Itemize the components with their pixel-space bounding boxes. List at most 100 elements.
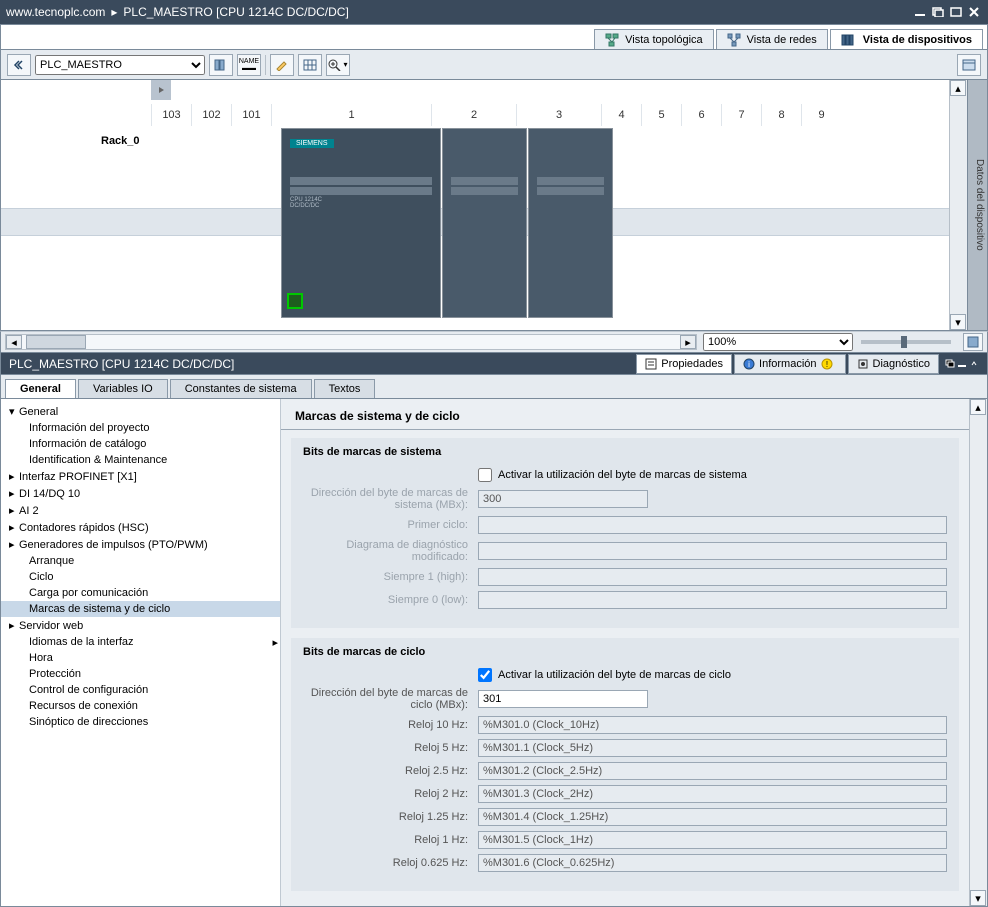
input-siempre0[interactable]	[478, 591, 947, 609]
scroll-left-icon[interactable]: ◂	[6, 335, 22, 349]
slot-label: 3	[516, 104, 601, 126]
tab-topology-label: Vista topológica	[625, 34, 702, 46]
group-cycle-markers: Bits de marcas de ciclo Activar la utili…	[291, 638, 959, 891]
properties-header: PLC_MAESTRO [CPU 1214C DC/DC/DC] Propied…	[0, 353, 988, 375]
tab-topology[interactable]: Vista topológica	[594, 29, 713, 49]
window-minimize-icon[interactable]	[912, 5, 928, 19]
tree-identification[interactable]: Identification & Maintenance	[1, 452, 280, 468]
statusbar: ◂ ▸ 100%	[0, 331, 988, 353]
input-r125[interactable]	[478, 808, 947, 826]
topology-icon	[605, 33, 619, 47]
tab-network[interactable]: Vista de redes	[716, 29, 828, 49]
rack-view[interactable]: 103 102 101 1 2 3 4 5 6 7 8 9 Rack_0 SIE…	[1, 80, 949, 330]
tab-diagnostics[interactable]: Diagnóstico	[848, 354, 939, 374]
scroll-down-icon[interactable]: ▾	[970, 890, 986, 906]
scroll-down-icon[interactable]: ▾	[950, 314, 966, 330]
panel-minimize-icon[interactable]	[957, 357, 967, 371]
input-cyc-addr[interactable]	[478, 690, 648, 708]
tab-texts[interactable]: Textos	[314, 379, 376, 398]
slot-header: 103 102 101 1 2 3 4 5 6 7 8 9	[1, 104, 949, 126]
show-names-button[interactable]: NAME▬▬	[237, 54, 261, 76]
device-select[interactable]: PLC_MAESTRO	[35, 55, 205, 75]
inner-tabs: General Variables IO Constantes de siste…	[0, 375, 988, 399]
window-restore-icon[interactable]	[930, 5, 946, 19]
tree-recursos[interactable]: Recursos de conexión	[1, 698, 280, 714]
grid-button[interactable]	[298, 54, 322, 76]
checkbox-system-markers[interactable]	[478, 468, 492, 482]
tree-ciclo[interactable]: Ciclo	[1, 569, 280, 585]
tab-properties-label: Propiedades	[661, 358, 723, 370]
content-vscroll[interactable]: ▴ ▾	[969, 399, 987, 906]
lbl-r125: Reloj 1.25 Hz:	[303, 811, 478, 823]
zoom-select[interactable]: 100%	[703, 333, 853, 351]
catalog-button[interactable]	[957, 54, 981, 76]
window-close-icon[interactable]	[966, 5, 982, 19]
show-module-button[interactable]	[209, 54, 233, 76]
rack-nav-button[interactable]	[151, 80, 171, 100]
property-tree[interactable]: ▾General Información del proyecto Inform…	[1, 399, 281, 906]
tab-system-constants[interactable]: Constantes de sistema	[170, 379, 312, 398]
input-r5[interactable]	[478, 739, 947, 757]
input-sys-addr[interactable]	[478, 490, 648, 508]
slot-label: 5	[641, 104, 681, 126]
input-r2[interactable]	[478, 785, 947, 803]
tab-properties[interactable]: Propiedades	[636, 354, 732, 374]
lbl-cyc-addr: Dirección del byte de marcas de ciclo (M…	[303, 687, 478, 711]
module-sm1[interactable]	[442, 128, 527, 318]
tree-info-catalogo[interactable]: Información de catálogo	[1, 436, 280, 452]
tree-proteccion[interactable]: Protección	[1, 666, 280, 682]
back-button[interactable]	[7, 54, 31, 76]
tree-sinoptico[interactable]: Sinóptico de direcciones	[1, 714, 280, 730]
window-maximize-icon[interactable]	[948, 5, 964, 19]
info-icon: i	[743, 358, 755, 370]
input-primer-ciclo[interactable]	[478, 516, 947, 534]
scroll-thumb[interactable]	[26, 335, 86, 349]
input-diag-mod[interactable]	[478, 542, 947, 560]
tree-hora[interactable]: Hora	[1, 650, 280, 666]
tree-carga[interactable]: Carga por comunicación	[1, 585, 280, 601]
zoom-slider[interactable]	[861, 340, 951, 344]
tab-network-label: Vista de redes	[747, 34, 817, 46]
side-panel-tab[interactable]: Datos del dispositivo	[967, 80, 987, 330]
scroll-up-icon[interactable]: ▴	[950, 80, 966, 96]
hscrollbar[interactable]: ◂ ▸	[5, 334, 697, 350]
tree-hsc[interactable]: ▸Contadores rápidos (HSC)	[1, 519, 280, 536]
rack-vscroll[interactable]: ▴ ▾	[949, 80, 967, 330]
input-r0625[interactable]	[478, 854, 947, 872]
input-r25[interactable]	[478, 762, 947, 780]
tree-didq[interactable]: ▸DI 14/DQ 10	[1, 485, 280, 502]
module-cpu[interactable]: SIEMENS CPU 1214CDC/DC/DC	[281, 128, 441, 318]
panel-restore-icon[interactable]	[945, 357, 955, 371]
input-r10[interactable]	[478, 716, 947, 734]
tree-ai2[interactable]: ▸AI 2	[1, 502, 280, 519]
lbl-r25: Reloj 2.5 Hz:	[303, 765, 478, 777]
tree-general[interactable]: ▾General	[1, 403, 280, 420]
tree-arranque[interactable]: Arranque	[1, 553, 280, 569]
tree-idiomas[interactable]: Idiomas de la interfaz▸	[1, 634, 280, 650]
tab-devices[interactable]: Vista de dispositivos	[830, 29, 983, 49]
module-sm2[interactable]	[528, 128, 613, 318]
properties-title: PLC_MAESTRO [CPU 1214C DC/DC/DC]	[9, 357, 234, 371]
scroll-up-icon[interactable]: ▴	[970, 399, 986, 415]
page-title: Marcas de sistema y de ciclo	[281, 399, 969, 430]
tree-pto[interactable]: ▸Generadores de impulsos (PTO/PWM)	[1, 536, 280, 553]
tab-general[interactable]: General	[5, 379, 76, 398]
zoom-button[interactable]: ▾	[326, 54, 350, 76]
tree-info-proyecto[interactable]: Información del proyecto	[1, 420, 280, 436]
tree-web[interactable]: ▸Servidor web	[1, 617, 280, 634]
panel-expand-icon[interactable]	[969, 357, 979, 371]
overview-button[interactable]	[963, 333, 983, 351]
tree-control[interactable]: Control de configuración	[1, 682, 280, 698]
checkbox-cycle-markers[interactable]	[478, 668, 492, 682]
tree-profinet[interactable]: ▸Interfaz PROFINET [X1]	[1, 468, 280, 485]
slot-label: 102	[191, 104, 231, 126]
svg-text:i: i	[748, 360, 750, 369]
input-r1[interactable]	[478, 831, 947, 849]
tree-marcas[interactable]: Marcas de sistema y de ciclo	[1, 601, 280, 617]
input-siempre1[interactable]	[478, 568, 947, 586]
edit-button[interactable]	[270, 54, 294, 76]
slot-label: 4	[601, 104, 641, 126]
tab-variables-io[interactable]: Variables IO	[78, 379, 168, 398]
scroll-right-icon[interactable]: ▸	[680, 335, 696, 349]
tab-info[interactable]: i Información !	[734, 354, 845, 374]
